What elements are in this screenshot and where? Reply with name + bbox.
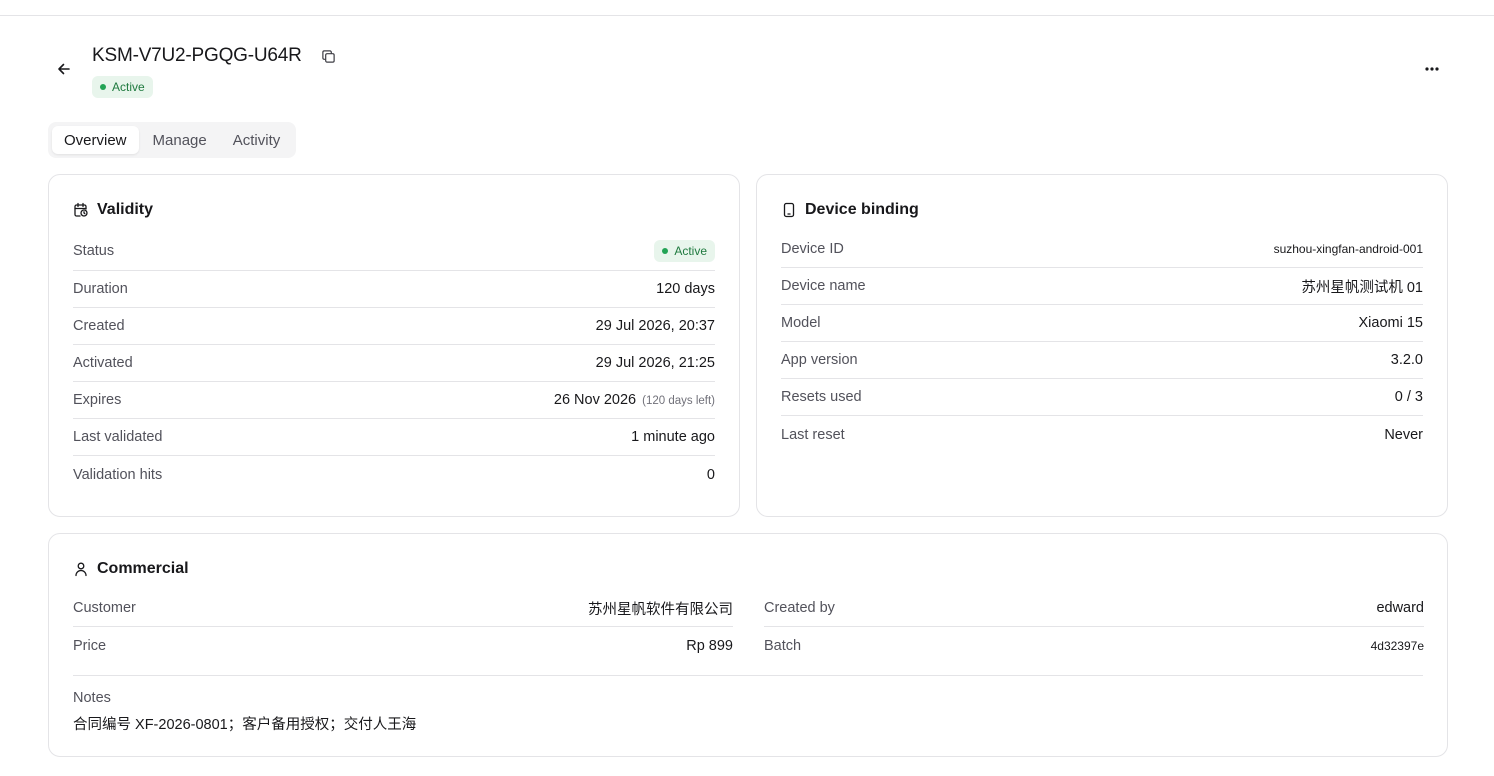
row-label: Created [73,318,125,334]
more-horizontal-icon [1425,67,1439,71]
status-dot [662,247,669,254]
row-value: 26 Nov 2026 [553,392,637,408]
row-label: Last reset [781,426,845,443]
notes-label: Notes [73,690,111,706]
commercial-card: Commercial Customer 苏州星帆软件有限公司 Price Rp … [48,533,1448,757]
commercial-left-column: Customer 苏州星帆软件有限公司 Price Rp 899 [73,590,733,664]
tab-overview[interactable]: Overview [52,126,139,154]
copy-key-button[interactable] [318,46,338,66]
row-label: Model [781,315,821,331]
commercial-row-created-by: Created by edward [764,590,1424,627]
validity-status-value: Active [674,243,707,258]
row-value: 120 days [656,281,715,297]
notes-divider [73,675,1423,676]
row-label: Device name [781,278,866,294]
notes-value: 合同编号 XF-2026-0801；客户备用授权；交付人王海 [73,717,417,733]
tab-manage[interactable]: Manage [141,126,219,154]
row-label: Activated [73,355,133,371]
device-row-name: Device name 苏州星帆测试机 01 [781,268,1423,305]
status-badge: Active [92,76,153,98]
row-value: 0 [706,466,715,483]
validity-row-last-validated: Last validated 1 minute ago [73,419,715,456]
back-button[interactable] [52,57,76,81]
more-actions-button[interactable] [1418,57,1446,81]
row-value: Xiaomi 15 [1358,315,1423,331]
row-label: Status [73,242,115,259]
row-label: Last validated [73,429,163,445]
commercial-row-customer: Customer 苏州星帆软件有限公司 [73,590,733,627]
tab-list: Overview Manage Activity [48,122,297,158]
user-icon [73,561,89,577]
row-value: 4d32397e [1370,638,1424,653]
row-label: Customer [73,600,136,616]
device-row-model: Model Xiaomi 15 [781,305,1423,342]
device-row-app-version: App version 3.2.0 [781,342,1423,379]
validity-row-created: Created 29 Jul 2026, 20:37 [73,308,715,345]
device-row-id: Device ID suzhou-xingfan-android-001 [781,231,1423,268]
validity-row-duration: Duration 120 days [73,271,715,308]
row-label: Expires [73,392,122,408]
row-label: Created by [764,600,835,616]
row-value: 29 Jul 2026, 20:37 [595,318,715,334]
device-row-last-reset: Last reset Never [781,416,1423,453]
row-label: Resets used [781,389,862,405]
copy-icon [321,49,335,63]
row-value: 29 Jul 2026, 21:25 [595,355,715,371]
row-value-group: 26 Nov 2026 (120 days left) [554,392,715,408]
device-card-title: Device binding [781,201,919,219]
page-title: KSM-V7U2-PGQG-U64R [92,45,302,66]
validity-status-badge: Active [654,239,715,262]
row-value: suzhou-xingfan-android-001 [1273,242,1423,256]
status-dot [100,84,106,90]
days-left-note: (120 days left) [642,395,715,407]
validity-card: Validity Status Active Duration 120 days… [48,174,740,517]
device-binding-card: Device binding Device ID suzhou-xingfan-… [756,174,1448,517]
device-title: Device binding [805,201,919,218]
row-value: Rp 899 [686,637,733,654]
validity-row-hits: Validation hits 0 [73,456,715,493]
row-value: Never [1384,426,1423,443]
device-rows: Device ID suzhou-xingfan-android-001 Dev… [781,231,1423,453]
commercial-row-batch: Batch 4d32397e [764,627,1424,664]
validity-card-title: Validity [73,201,153,219]
row-label: App version [781,352,858,368]
row-label: Device ID [781,241,844,257]
row-value: 1 minute ago [631,429,715,445]
row-value: edward [1376,600,1424,616]
row-value: 苏州星帆测试机 01 [1301,279,1423,296]
row-label: Duration [73,281,128,297]
tab-activity[interactable]: Activity [221,126,293,154]
row-value: 苏州星帆软件有限公司 [588,601,733,618]
commercial-right-column: Created by edward Batch 4d32397e [764,590,1424,664]
device-row-resets: Resets used 0 / 3 [781,379,1423,416]
validity-rows: Status Active Duration 120 days Created … [73,231,715,493]
commercial-title: Commercial [97,560,189,577]
status-badge-label: Active [112,80,145,94]
calendar-clock-icon [73,202,89,218]
row-value: 3.2.0 [1390,352,1423,368]
top-bar [0,0,1494,16]
commercial-row-price: Price Rp 899 [73,627,733,664]
validity-row-expires: Expires 26 Nov 2026 (120 days left) [73,382,715,419]
smartphone-icon [781,202,797,218]
validity-title: Validity [97,201,154,218]
row-label: Validation hits [73,466,163,483]
arrow-left-icon [58,63,70,75]
row-label: Price [73,637,107,654]
commercial-card-title: Commercial [73,560,189,578]
validity-row-activated: Activated 29 Jul 2026, 21:25 [73,345,715,382]
row-value: 0 / 3 [1394,389,1423,405]
row-label: Batch [764,637,802,654]
validity-row-status: Status Active [73,231,715,271]
